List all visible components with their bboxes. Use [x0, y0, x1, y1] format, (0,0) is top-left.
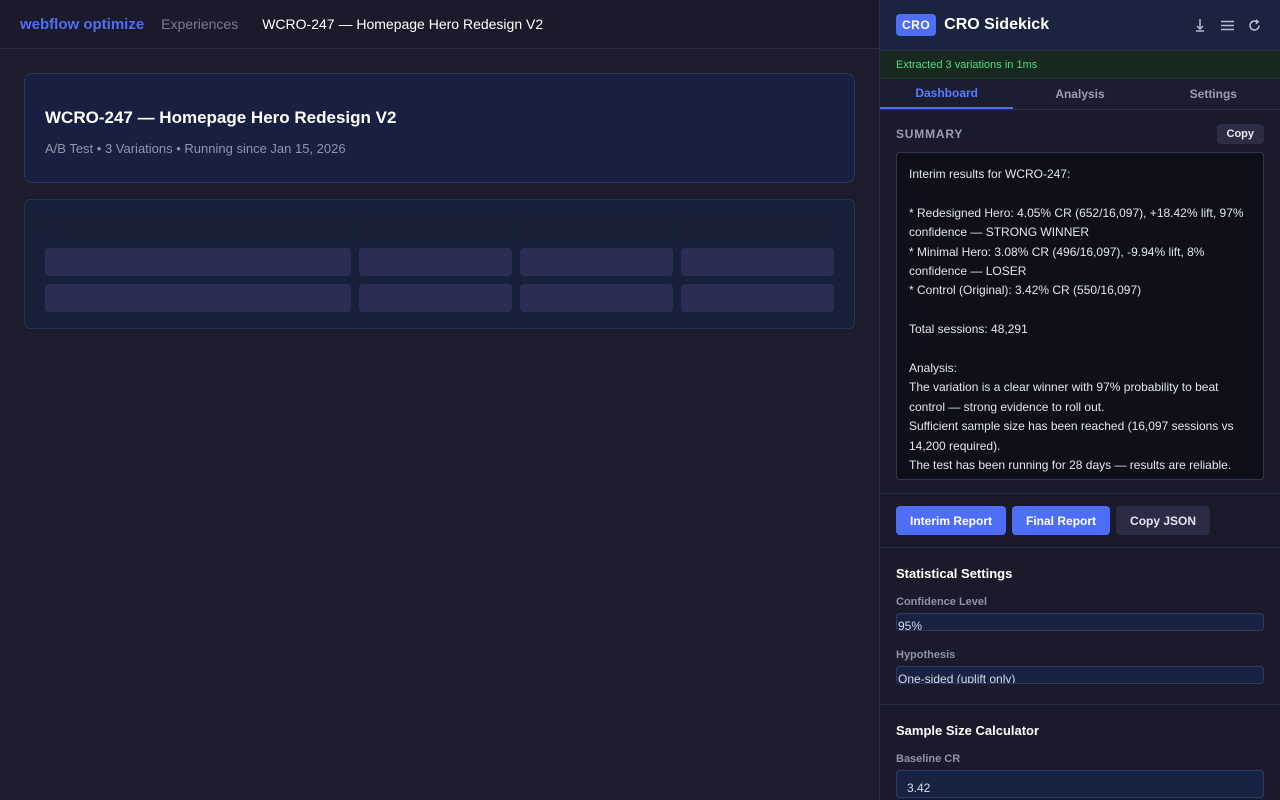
- skeleton-row: [45, 284, 834, 312]
- tab-settings[interactable]: Settings: [1147, 79, 1280, 109]
- download-icon[interactable]: [1190, 15, 1210, 35]
- skeleton-cell: [45, 284, 351, 312]
- cro-logo-badge: CRO: [896, 14, 937, 36]
- skeleton-cell: [359, 216, 512, 240]
- breadcrumb-current: WCRO-247 — Homepage Hero Redesign V2: [262, 16, 544, 32]
- summary-header: SUMMARY Copy: [896, 123, 1264, 145]
- final-report-button[interactable]: Final Report: [1012, 506, 1111, 535]
- skeleton-header-row: [45, 216, 834, 240]
- extraction-status: Extracted 3 variations in 1ms: [880, 51, 1280, 79]
- report-actions: Interim Report Final Report Copy JSON: [880, 494, 1280, 548]
- skeleton-cell: [681, 284, 834, 312]
- interim-report-button[interactable]: Interim Report: [896, 506, 1007, 535]
- statistical-settings-section: Statistical Settings Confidence Level 95…: [880, 548, 1280, 705]
- confidence-level-label: Confidence Level: [896, 596, 988, 608]
- tab-dashboard[interactable]: Dashboard: [880, 79, 1014, 109]
- skeleton-cell: [520, 284, 673, 312]
- copy-summary-button[interactable]: Copy: [1216, 124, 1264, 144]
- panel-header: CRO CRO Sidekick: [880, 0, 1280, 51]
- skeleton-cell: [359, 248, 512, 276]
- panel-tabs: Dashboard Analysis Settings: [880, 79, 1280, 110]
- summary-textarea[interactable]: Interim results for WCRO-247: * Redesign…: [896, 152, 1264, 480]
- menu-icon[interactable]: [1217, 15, 1237, 35]
- hypothesis-label: Hypothesis: [896, 649, 956, 661]
- copy-json-button[interactable]: Copy JSON: [1116, 506, 1211, 535]
- panel-title: CRO Sidekick: [944, 16, 1050, 33]
- experience-title: WCRO-247 — Homepage Hero Redesign V2: [45, 108, 397, 127]
- skeleton-cell: [45, 248, 351, 276]
- statistical-settings-title: Statistical Settings: [896, 566, 1013, 581]
- skeleton-cell: [520, 216, 673, 240]
- confidence-level-select[interactable]: 95%: [896, 613, 1264, 631]
- skeleton-cell: [520, 248, 673, 276]
- summary-section: SUMMARY Copy Interim results for WCRO-24…: [880, 123, 1280, 480]
- summary-label: SUMMARY: [896, 127, 964, 141]
- skeleton-row: [45, 248, 834, 276]
- refresh-icon[interactable]: [1244, 15, 1264, 35]
- cro-sidekick-panel: CRO CRO Sidekick Extracted 3 variations …: [879, 0, 1280, 800]
- hypothesis-select[interactable]: One-sided (uplift only): [896, 666, 1264, 684]
- baseline-cr-input[interactable]: 3.42: [896, 770, 1264, 798]
- experience-meta: A/B Test • 3 Variations • Running since …: [45, 141, 346, 156]
- tab-analysis[interactable]: Analysis: [1013, 79, 1146, 109]
- brand-logo[interactable]: webflow optimize: [20, 16, 144, 33]
- experience-header-card: WCRO-247 — Homepage Hero Redesign V2 A/B…: [24, 73, 855, 183]
- sample-size-calculator-title: Sample Size Calculator: [896, 723, 1040, 738]
- skeleton-cell: [681, 248, 834, 276]
- skeleton-cell: [681, 216, 834, 240]
- skeleton-cell: [45, 216, 351, 240]
- top-nav: webflow optimize Experiences WCRO-247 — …: [0, 0, 879, 49]
- skeleton-cell: [359, 284, 512, 312]
- sample-size-calculator-section: Sample Size Calculator Baseline CR 3.42: [880, 705, 1280, 800]
- main-page: webflow optimize Experiences WCRO-247 — …: [0, 0, 879, 800]
- baseline-cr-label: Baseline CR: [896, 753, 961, 765]
- breadcrumb-experiences[interactable]: Experiences: [161, 16, 238, 32]
- results-table-skeleton: [24, 199, 855, 329]
